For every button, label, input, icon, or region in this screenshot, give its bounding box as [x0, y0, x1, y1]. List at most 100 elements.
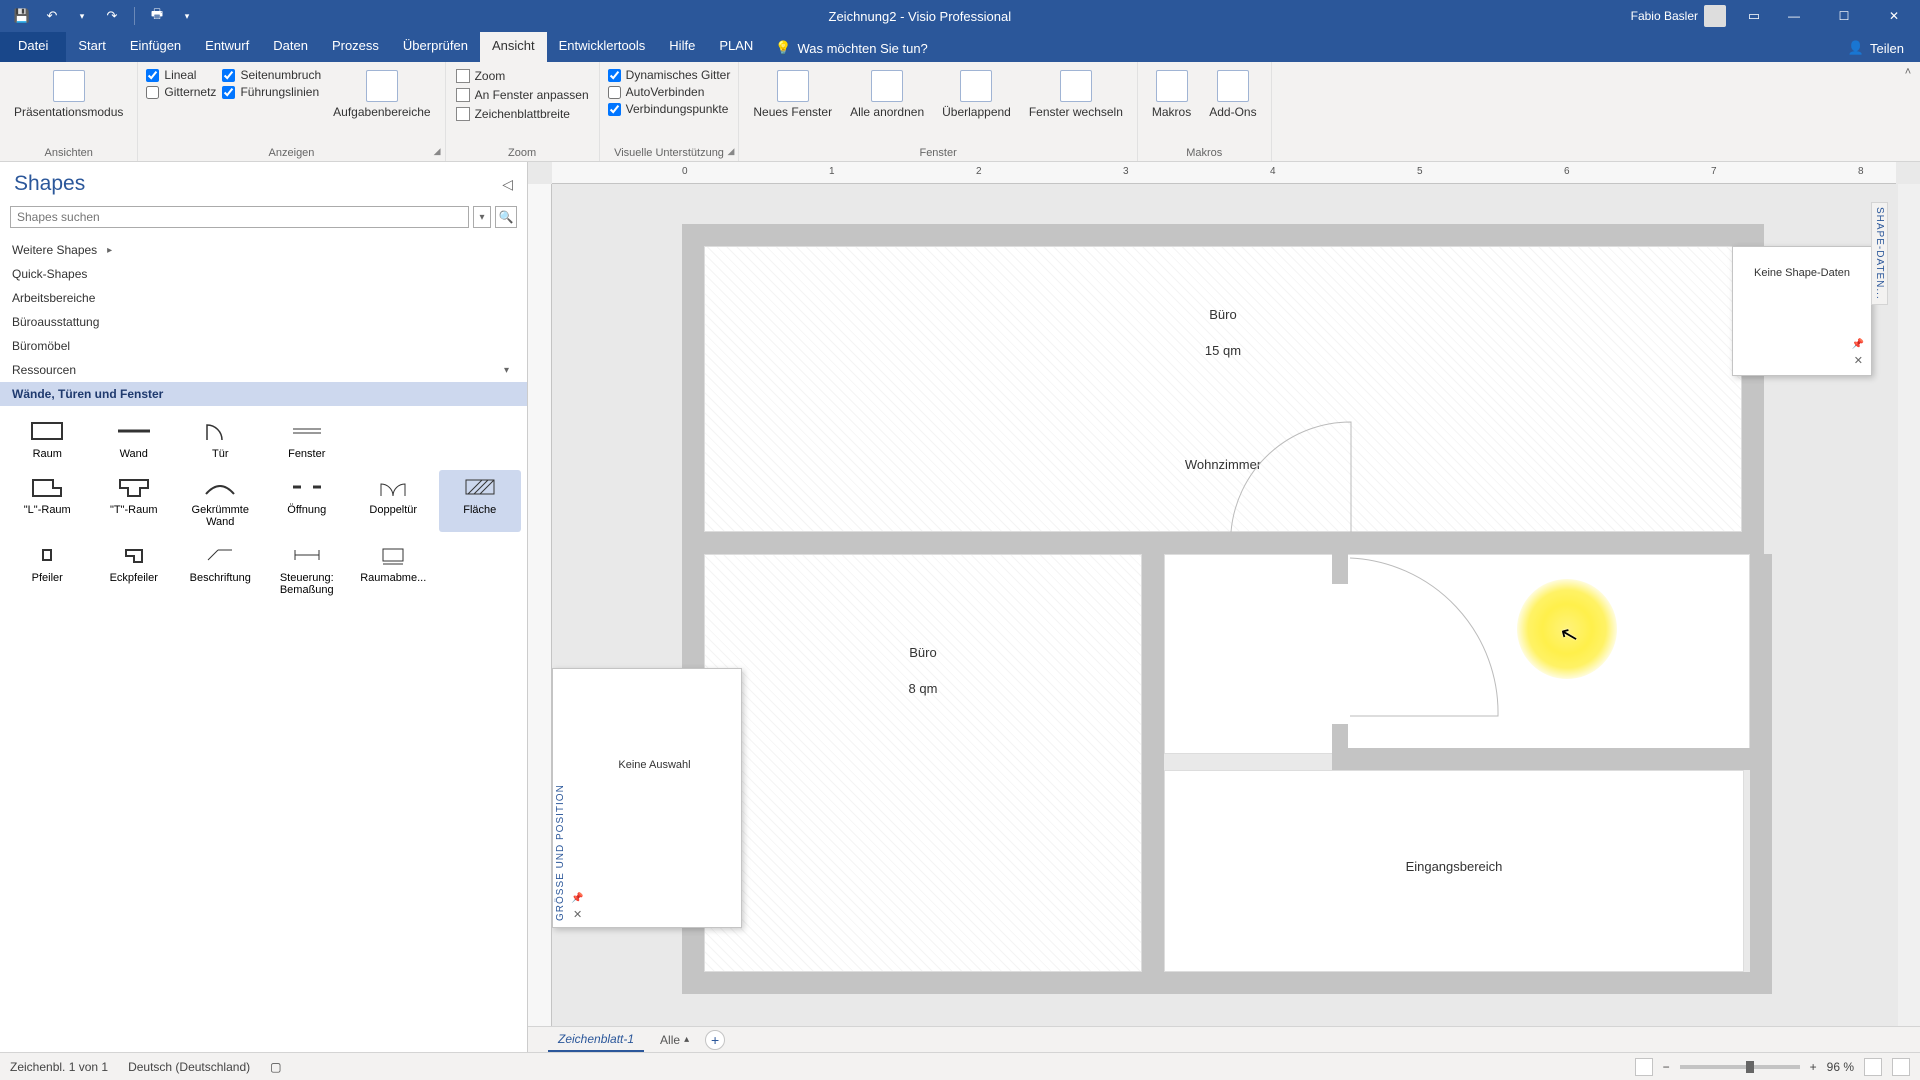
stencil-flache[interactable]: Fläche	[439, 470, 522, 532]
stencil-offnung[interactable]: Öffnung	[266, 470, 349, 532]
tab-start[interactable]: Start	[66, 32, 117, 62]
stencil-raum[interactable]: Raum	[6, 414, 89, 464]
shape-data-close[interactable]: ✕	[1852, 352, 1865, 369]
stencil-traum[interactable]: "T"-Raum	[93, 470, 176, 532]
zoom-out-button[interactable]: −	[1663, 1060, 1670, 1074]
room-buro-2[interactable]: Büro 8 qm	[704, 554, 1142, 972]
makros-button[interactable]: Makros	[1146, 66, 1197, 123]
sheet-tab-1[interactable]: Zeichenblatt-1	[548, 1028, 644, 1052]
stencil-beschriftung[interactable]: Beschriftung	[179, 538, 262, 600]
macro-record-icon[interactable]: ▢	[270, 1060, 281, 1074]
fenster-wechseln-button[interactable]: Fenster wechseln	[1023, 66, 1129, 123]
fit-window-button[interactable]: An Fenster anpassen	[454, 87, 591, 103]
cat-wande-turen-fenster[interactable]: Wände, Türen und Fenster	[0, 382, 527, 406]
ribbon-collapse-button[interactable]: ˄	[1905, 66, 1911, 78]
redo-button[interactable]: ↷	[100, 4, 124, 28]
cat-quick-shapes[interactable]: Quick-Shapes	[0, 262, 527, 286]
maximize-button[interactable]: ☐	[1822, 0, 1866, 32]
fullscreen-icon[interactable]	[1892, 1058, 1910, 1076]
tab-daten[interactable]: Daten	[261, 32, 320, 62]
zoom-level[interactable]: 96 %	[1827, 1060, 1854, 1074]
vertical-scrollbar[interactable]	[1898, 184, 1920, 1030]
stencil-raumabmessung[interactable]: Raumabme...	[352, 538, 435, 600]
neues-fenster-button[interactable]: Neues Fenster	[747, 66, 838, 123]
tab-ansicht[interactable]: Ansicht	[480, 32, 547, 62]
cat-weitere-shapes[interactable]: Weitere Shapes▸	[0, 238, 527, 262]
room-eingang[interactable]: Eingangsbereich	[1164, 770, 1744, 972]
stencil-tur[interactable]: Tür	[179, 414, 262, 464]
canvas[interactable]: Büro 15 qm Wohnzimmer Büro 8 qm	[552, 184, 1896, 1030]
zoom-button[interactable]: Zoom	[454, 68, 591, 84]
cat-buroausstattung[interactable]: Büroausstattung	[0, 310, 527, 334]
cat-ressourcen[interactable]: Ressourcen▾	[0, 358, 527, 382]
close-button[interactable]: ✕	[1872, 0, 1916, 32]
shapes-search-input[interactable]	[10, 206, 469, 228]
anzeigen-dialog-launcher[interactable]: ◢	[434, 146, 441, 157]
tell-me-search[interactable]: 💡 Was möchten Sie tun?	[765, 34, 938, 62]
search-dropdown-button[interactable]: ▾	[473, 206, 491, 228]
group-visuelle: Visuelle Unterstützung	[614, 147, 724, 159]
user-avatar[interactable]	[1704, 5, 1726, 27]
shapes-collapse-button[interactable]: ◁	[502, 176, 513, 193]
chk-autoverbinden[interactable]: AutoVerbinden	[608, 85, 731, 99]
zoom-in-button[interactable]: +	[1810, 1060, 1817, 1074]
minimize-button[interactable]: —	[1772, 0, 1816, 32]
page-width-button[interactable]: Zeichenblattbreite	[454, 106, 591, 122]
ribbon-display-options[interactable]: ▭	[1742, 4, 1766, 28]
cat-arbeitsbereiche[interactable]: Arbeitsbereiche	[0, 286, 527, 310]
zoom-slider[interactable]	[1680, 1065, 1800, 1069]
chk-lineal[interactable]: Lineal	[146, 68, 216, 82]
tab-einfuegen[interactable]: Einfügen	[118, 32, 193, 62]
undo-button[interactable]: ↶	[40, 4, 64, 28]
ueberlappend-button[interactable]: Überlappend	[936, 66, 1017, 123]
tab-prozess[interactable]: Prozess	[320, 32, 391, 62]
tab-ueberpruefen[interactable]: Überprüfen	[391, 32, 480, 62]
stencil-doppeltur[interactable]: Doppeltür	[352, 470, 435, 532]
sheet-add-button[interactable]: +	[705, 1030, 725, 1050]
tab-hilfe[interactable]: Hilfe	[657, 32, 707, 62]
print-button[interactable]: 🖶	[145, 4, 169, 28]
fit-page-icon[interactable]	[1864, 1058, 1882, 1076]
tab-datei[interactable]: Datei	[0, 32, 66, 62]
alle-anordnen-button[interactable]: Alle anordnen	[844, 66, 930, 123]
shape-data-tab[interactable]: SHAPE-DATEN...	[1871, 202, 1888, 305]
stencil-gekrummte-wand[interactable]: Gekrümmte Wand	[179, 470, 262, 532]
save-button[interactable]: 💾	[10, 4, 34, 28]
stencil-steuerung-bemassung[interactable]: Steuerung: Bemaßung	[266, 538, 349, 600]
share-button[interactable]: 👤 Teilen	[1832, 34, 1920, 62]
qat-customize[interactable]: ▾	[175, 4, 199, 28]
tab-plan[interactable]: PLAN	[707, 32, 765, 62]
ruler-vertical[interactable]	[528, 184, 552, 1030]
room-buro-1[interactable]: Büro 15 qm Wohnzimmer	[704, 246, 1742, 532]
size-position-close[interactable]: ✕	[571, 906, 584, 923]
chk-seitenumbruch[interactable]: Seitenumbruch	[222, 68, 321, 82]
search-go-button[interactable]: 🔍	[495, 206, 517, 228]
status-language[interactable]: Deutsch (Deutschland)	[128, 1060, 250, 1074]
presentation-mode-button[interactable]: Präsentationsmodus	[8, 66, 129, 123]
aufgabenbereiche-button[interactable]: Aufgabenbereiche	[327, 66, 436, 123]
tab-entwurf[interactable]: Entwurf	[193, 32, 261, 62]
size-position-pin[interactable]: 📌	[571, 893, 584, 904]
sheet-tab-all[interactable]: Alle▴	[652, 1029, 697, 1051]
chk-fuehrungslinien[interactable]: Führungslinien	[222, 85, 321, 99]
tab-entwicklertools[interactable]: Entwicklertools	[547, 32, 658, 62]
visuelle-dialog-launcher[interactable]: ◢	[727, 146, 734, 157]
undo-dropdown[interactable]: ▾	[70, 4, 94, 28]
shape-data-pin[interactable]: 📌	[1852, 339, 1865, 350]
addons-button[interactable]: Add-Ons	[1203, 66, 1262, 123]
shape-data-panel[interactable]: Keine Shape-Daten 📌 ✕	[1732, 246, 1872, 376]
presentation-view-icon[interactable]	[1635, 1058, 1653, 1076]
stencil-lraum[interactable]: "L"-Raum	[6, 470, 89, 532]
chk-verbindungspunkte[interactable]: Verbindungspunkte	[608, 102, 731, 116]
stencil-fenster[interactable]: Fenster	[266, 414, 349, 464]
cat-buromobel[interactable]: Büromöbel	[0, 334, 527, 358]
size-position-panel[interactable]: GRÖSSE UND POSITION Keine Auswahl 📌 ✕	[552, 668, 742, 928]
stencil-pfeiler[interactable]: Pfeiler	[6, 538, 89, 600]
lightbulb-icon: 💡	[775, 40, 791, 56]
ruler-horizontal[interactable]: 0 1 2 3 4 5 6 7 8	[552, 162, 1896, 184]
stencil-wand[interactable]: Wand	[93, 414, 176, 464]
chk-dynamisches-gitter[interactable]: Dynamisches Gitter	[608, 68, 731, 82]
new-window-icon	[777, 70, 809, 102]
stencil-eckpfeiler[interactable]: Eckpfeiler	[93, 538, 176, 600]
chk-gitternetz[interactable]: Gitternetz	[146, 85, 216, 99]
